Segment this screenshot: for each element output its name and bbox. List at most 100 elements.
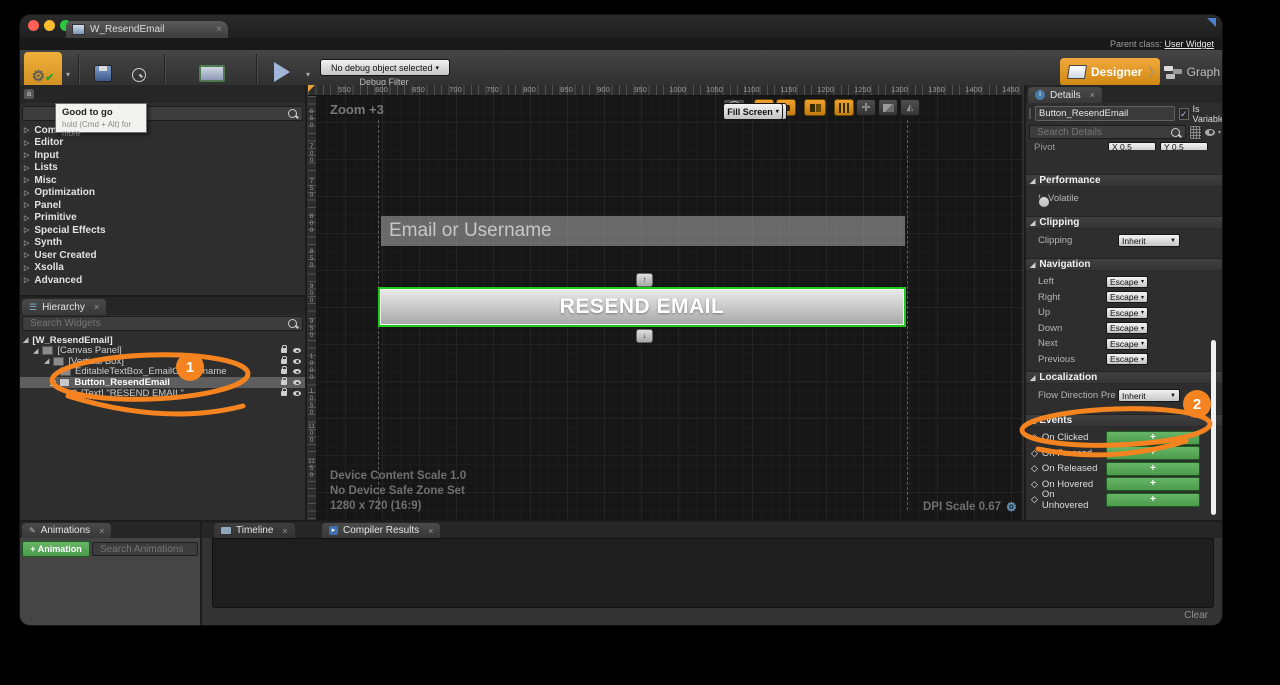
onhovered-add-button[interactable]: + [1106, 477, 1200, 491]
visibility-icon[interactable] [293, 380, 301, 385]
parent-class-value[interactable]: User Widget [1164, 39, 1214, 49]
view-options-caret-icon[interactable]: ▾ [1218, 129, 1221, 136]
palette-category-panel[interactable]: ▷Panel [20, 199, 305, 212]
section-navigation[interactable]: ◢Navigation [1026, 258, 1222, 271]
compiler-results-log[interactable] [212, 538, 1214, 608]
nav-left-dropdown[interactable]: Escape▾ [1106, 276, 1148, 288]
close-window-button[interactable] [28, 20, 39, 31]
expander-icon[interactable]: ▷ [24, 139, 29, 147]
expander-icon[interactable]: ▷ [24, 251, 29, 259]
expander-icon[interactable]: ▷ [24, 151, 29, 159]
nav-next-dropdown[interactable]: Escape▾ [1106, 338, 1148, 350]
resize-handle-down-icon[interactable]: ↓ [636, 329, 653, 343]
details-scrollbar[interactable] [1211, 340, 1216, 515]
expander-icon[interactable]: ▷ [24, 239, 29, 247]
respect-locks-button[interactable] [804, 99, 826, 116]
preview-background-button[interactable] [878, 99, 898, 116]
is-volatile-checkbox[interactable] [1038, 196, 1050, 208]
lock-icon[interactable] [281, 391, 287, 396]
timeline-tab[interactable]: Timeline × [214, 523, 295, 538]
palette-category-lists[interactable]: ▷Lists [20, 162, 305, 175]
visibility-icon[interactable] [293, 391, 301, 396]
is-variable-checkbox[interactable]: ✓ [1179, 108, 1189, 120]
palette-category-advanced[interactable]: ▷Advanced [20, 274, 305, 287]
resize-handle-up-icon[interactable]: ↑ [636, 273, 653, 287]
hierarchy-search[interactable] [22, 316, 303, 331]
asset-tab-close-icon[interactable]: × [216, 24, 222, 35]
section-clipping[interactable]: ◢Clipping [1026, 216, 1222, 229]
designer-mode-button[interactable]: Designer [1060, 58, 1160, 86]
palette-category-editor[interactable]: ▷Editor [20, 137, 305, 150]
timeline-tab-close-icon[interactable]: × [282, 526, 287, 536]
expander-icon[interactable]: ▷ [24, 276, 29, 284]
expander-icon[interactable]: ◢ [44, 357, 49, 365]
lock-icon[interactable] [281, 380, 287, 385]
graph-mode-button[interactable]: Graph [1160, 60, 1220, 84]
tree-item-canvas-panel[interactable]: ◢ [Canvas Panel] [20, 346, 305, 357]
details-search[interactable] [1029, 125, 1186, 139]
nav-up-dropdown[interactable]: Escape▾ [1106, 307, 1148, 319]
transform-mode-button[interactable]: ✛ [856, 99, 876, 116]
expander-icon[interactable]: ▷ [24, 201, 29, 209]
palette-category-optimization[interactable]: ▷Optimization [20, 187, 305, 200]
tree-item-root[interactable]: ◢ [W_ResendEmail] [20, 335, 305, 346]
fill-screen-dropdown[interactable]: Fill Screen▾ [723, 103, 783, 120]
widget-name-input[interactable] [1035, 106, 1175, 121]
onunhovered-add-button[interactable]: + [1106, 493, 1200, 507]
expander-icon[interactable]: ◢ [50, 379, 55, 387]
expander-icon[interactable]: ▷ [24, 214, 29, 222]
nav-previous-dropdown[interactable]: Escape▾ [1106, 353, 1148, 365]
tree-item-text[interactable]: T [Text] "RESEND EMAIL" [20, 388, 305, 399]
add-animation-button[interactable]: + Animation [22, 541, 90, 557]
compile-options-caret-icon[interactable]: ▾ [66, 70, 70, 79]
onpressed-add-button[interactable]: + [1106, 446, 1200, 460]
nav-right-dropdown[interactable]: Escape▾ [1106, 291, 1148, 303]
asset-tab[interactable]: W_ResendEmail × [66, 21, 228, 38]
section-localization[interactable]: ◢Localization [1026, 371, 1222, 384]
expander-icon[interactable]: ▷ [24, 176, 29, 184]
expander-icon[interactable]: ▷ [24, 226, 29, 234]
flip-preview-button[interactable]: ◭ [900, 99, 920, 116]
animations-search[interactable] [92, 542, 198, 556]
palette-category-user-created[interactable]: ▷User Created [20, 249, 305, 262]
expander-icon[interactable]: ▷ [24, 189, 29, 197]
expander-icon[interactable]: ▷ [24, 164, 29, 172]
designer-canvas[interactable]: Zoom +3 Email or Username RESEND EMAIL ↑… [308, 85, 1022, 520]
animations-tab-close-icon[interactable]: × [99, 526, 104, 536]
lock-icon[interactable] [281, 369, 287, 374]
tree-item-vertical-box[interactable]: ◢ [Vertical Box] [20, 356, 305, 367]
details-search-input[interactable] [1035, 126, 1171, 139]
compiler-results-tab-close-icon[interactable]: × [428, 526, 433, 536]
editabletextbox-widget[interactable]: Email or Username [381, 216, 905, 246]
lock-icon[interactable] [281, 359, 287, 364]
onreleased-add-button[interactable]: + [1106, 462, 1200, 476]
grid-snap-button[interactable] [834, 99, 854, 116]
view-options-eye-icon[interactable] [1205, 129, 1215, 136]
section-performance[interactable]: ◢Performance [1026, 174, 1222, 187]
hierarchy-search-input[interactable] [28, 317, 288, 330]
details-tab[interactable]: i Details × [1028, 87, 1102, 103]
nav-down-dropdown[interactable]: Escape▾ [1106, 322, 1148, 334]
palette-category-special-effects[interactable]: ▷Special Effects [20, 224, 305, 237]
onclicked-add-button[interactable]: + [1106, 431, 1200, 445]
expander-icon[interactable]: ▷ [24, 126, 29, 134]
lock-icon[interactable] [281, 348, 287, 353]
visibility-icon[interactable] [293, 369, 301, 374]
clipping-dropdown[interactable]: Inherit▼ [1118, 234, 1180, 247]
palette-category-xsolla[interactable]: ▷Xsolla [20, 262, 305, 275]
expander-icon[interactable]: ◢ [33, 347, 38, 355]
debug-object-dropdown[interactable]: No debug object selected▾ [320, 59, 450, 76]
details-tab-close-icon[interactable]: × [1090, 90, 1095, 100]
tree-item-editabletextbox[interactable]: EditableTextBox_EmailOrUsername [20, 367, 305, 378]
palette-category-misc[interactable]: ▷Misc [20, 174, 305, 187]
compiler-results-tab[interactable]: ▸ Compiler Results × [322, 523, 440, 538]
palette-category-primitive[interactable]: ▷Primitive [20, 212, 305, 225]
palette-category-input[interactable]: ▷Input [20, 149, 305, 162]
palette-category-synth[interactable]: ▷Synth [20, 237, 305, 250]
pivot-x-field[interactable]: X 0.5 [1108, 142, 1156, 151]
play-options-caret-icon[interactable]: ▾ [306, 70, 310, 79]
visibility-icon[interactable] [293, 359, 301, 364]
minimize-window-button[interactable] [44, 20, 55, 31]
display-filter-grid-icon[interactable] [1189, 125, 1202, 140]
section-events[interactable]: ◢Events [1026, 414, 1222, 427]
